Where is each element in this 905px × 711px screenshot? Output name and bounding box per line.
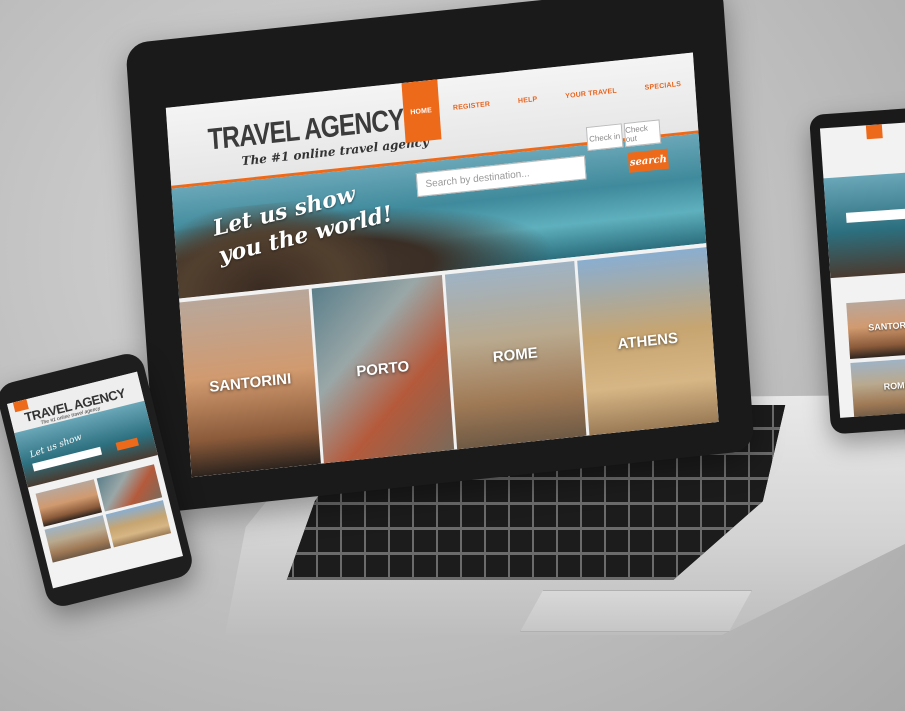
tablet-device: SANTORINI ROME xyxy=(809,105,905,435)
nav-register[interactable]: REGISTER xyxy=(437,73,506,140)
search-button[interactable]: search xyxy=(627,148,669,173)
tablet-screen: SANTORINI ROME xyxy=(819,120,905,418)
destination-tile-athens[interactable]: ATHENS xyxy=(576,247,719,436)
laptop-lid: TRAVEL AGENCY The #1 online travel agenc… xyxy=(125,0,755,513)
check-in-field[interactable]: Check in xyxy=(585,123,624,152)
tablet-nav-home[interactable] xyxy=(865,124,883,140)
nav-your-travel[interactable]: YOUR TRAVEL xyxy=(549,59,633,127)
nav-home[interactable]: HOME xyxy=(401,79,442,144)
destination-tile-rome[interactable]: ROME xyxy=(444,261,587,450)
destination-label: SANTORINI xyxy=(208,370,292,396)
tablet-tile-rome[interactable]: ROME xyxy=(850,356,905,418)
laptop-screen: TRAVEL AGENCY The #1 online travel agenc… xyxy=(165,52,719,478)
destination-label: PORTO xyxy=(355,357,410,381)
tablet-tile-santorini[interactable]: SANTORINI xyxy=(846,296,905,359)
nav-help[interactable]: HELP xyxy=(502,68,553,133)
nav-specials[interactable]: SPECIALS xyxy=(629,53,697,120)
laptop-trackpad[interactable] xyxy=(520,590,752,632)
destination-tile-porto[interactable]: PORTO xyxy=(311,275,454,464)
check-out-field[interactable]: Check out xyxy=(623,119,662,148)
destination-label: SANTORINI xyxy=(867,319,905,333)
phone-search-button[interactable] xyxy=(115,437,139,451)
destination-label: ROME xyxy=(883,380,905,392)
destination-label: ROME xyxy=(492,344,539,366)
device-mockup-scene: TRAVEL AGENCY The #1 online travel agenc… xyxy=(0,0,905,711)
destination-label: ATHENS xyxy=(617,329,679,353)
destination-search-input[interactable]: Search by destination... xyxy=(415,155,587,198)
tablet-hero xyxy=(823,170,905,279)
destination-tile-santorini[interactable]: SANTORINI xyxy=(179,288,322,478)
